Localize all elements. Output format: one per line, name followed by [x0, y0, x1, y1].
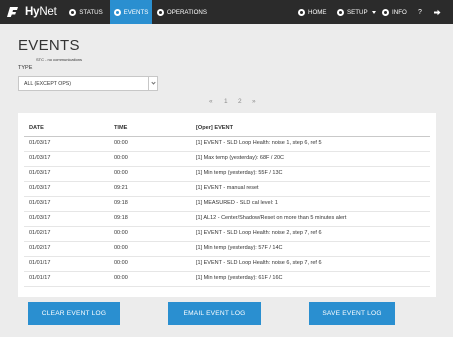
setup-gear-icon: [337, 8, 344, 16]
header-date: DATE: [29, 125, 44, 131]
table-row: 01/03/17 00:00 [1] Max temp (yesterday):…: [24, 152, 430, 167]
pagination-next[interactable]: »: [252, 98, 256, 105]
events-icon: [113, 8, 121, 16]
cell-time: 00:00: [114, 155, 128, 161]
status-icon: [69, 8, 77, 16]
table-row: 01/02/17 00:00 [1] EVENT - SLD Loop Heal…: [24, 227, 430, 242]
cell-time: 00:00: [114, 245, 128, 251]
cell-date: 01/01/17: [29, 275, 51, 281]
cell-time: 00:00: [114, 230, 128, 236]
nav-home-label: HOME: [308, 8, 327, 16]
status-note: STC - no communications: [36, 57, 83, 62]
nav-setup-label: SETUP: [347, 8, 368, 16]
nav-events-label: EVENTS: [123, 8, 149, 16]
header-event: [Oper] EVENT: [196, 125, 233, 131]
brand-net: Net: [39, 6, 57, 18]
chevron-down-icon: [371, 10, 376, 14]
clear-event-log-button[interactable]: CLEAR EVENT LOG: [28, 302, 120, 325]
cell-time: 09:18: [114, 215, 128, 221]
cell-event: [1] EVENT - SLD Loop Health: noise 6, st…: [196, 260, 322, 266]
page-title: EVENTS: [18, 37, 80, 54]
table-row: 01/03/17 00:00 [1] EVENT - SLD Loop Heal…: [24, 137, 430, 152]
nav-setup[interactable]: SETUP: [337, 0, 376, 24]
cell-event: [1] Min temp (yesterday): 55F / 13C: [196, 170, 283, 176]
cell-date: 01/02/17: [29, 245, 51, 251]
cell-event: [1] EVENT - SLD Loop Health: noise 1, st…: [196, 140, 322, 146]
pagination-page-2[interactable]: 2: [238, 98, 242, 105]
table-row: 01/02/17 00:00 [1] Min temp (yesterday):…: [24, 242, 430, 257]
cell-date: 01/03/17: [29, 185, 51, 191]
brand-name[interactable]: Hy Net: [25, 0, 57, 24]
table-row: 01/03/17 09:18 [1] MEASURED - SLD cal le…: [24, 197, 430, 212]
type-select[interactable]: ALL (EXCEPT OPS): [18, 76, 158, 91]
cell-event: [1] Min temp (yesterday): 57F / 14C: [196, 245, 283, 251]
cell-event: [1] MEASURED - SLD cal level: 1: [196, 200, 278, 206]
cell-date: 01/03/17: [29, 155, 51, 161]
cell-date: 01/03/17: [29, 200, 51, 206]
cell-time: 00:00: [114, 275, 128, 281]
cell-date: 01/03/17: [29, 170, 51, 176]
cell-event: [1] EVENT - manual reset: [196, 185, 259, 191]
nav-info[interactable]: INFO: [382, 0, 407, 24]
cell-time: 09:18: [114, 200, 128, 206]
cell-time: 09:21: [114, 185, 128, 191]
cell-date: 01/03/17: [29, 140, 51, 146]
save-event-log-button[interactable]: SAVE EVENT LOG: [309, 302, 395, 325]
brand-hy: Hy: [25, 6, 40, 18]
table-row: 01/01/17 00:00 [1] EVENT - SLD Loop Heal…: [24, 257, 430, 272]
table-row: 01/03/17 09:18 [1] AL12 - Center/Shadow/…: [24, 212, 430, 227]
cell-date: 01/01/17: [29, 260, 51, 266]
events-table: DATE TIME [Oper] EVENT 01/03/17 00:00 [1…: [18, 113, 436, 297]
nav-info-label: INFO: [392, 8, 407, 16]
type-select-value: ALL (EXCEPT OPS): [24, 80, 71, 87]
nav-operations[interactable]: OPERATIONS: [157, 0, 207, 24]
cell-event: [1] Max temp (yesterday): 68F / 20C: [196, 155, 285, 161]
cell-event: [1] AL12 - Center/Shadow/Reset on more t…: [196, 215, 347, 221]
hynet-logo-icon[interactable]: [5, 0, 20, 24]
logout-icon: [434, 9, 441, 15]
table-row: 01/03/17 00:00 [1] Min temp (yesterday):…: [24, 167, 430, 182]
top-nav: Hy Net STATUS EVENTS OPERATIONS HOME SETU…: [0, 0, 453, 24]
pagination-page-1[interactable]: 1: [224, 98, 228, 105]
help-icon: ?: [418, 8, 422, 16]
header-time: TIME: [114, 125, 128, 131]
nav-events[interactable]: EVENTS: [110, 0, 152, 24]
cell-date: 01/03/17: [29, 215, 51, 221]
table-row: 01/01/17 00:00 [1] Min temp (yesterday):…: [24, 272, 430, 287]
chevron-down-icon[interactable]: [148, 77, 157, 90]
info-icon: [382, 8, 389, 16]
nav-logout[interactable]: [434, 0, 441, 24]
type-label: TYPE: [18, 65, 33, 71]
cell-event: [1] Min temp (yesterday): 61F / 16C: [196, 275, 283, 281]
nav-operations-label: OPERATIONS: [166, 8, 207, 16]
nav-help[interactable]: ?: [418, 0, 422, 24]
email-event-log-button[interactable]: EMAIL EVENT LOG: [168, 302, 261, 325]
cell-time: 00:00: [114, 170, 128, 176]
cell-time: 00:00: [114, 260, 128, 266]
nav-status[interactable]: STATUS: [66, 0, 106, 24]
home-icon: [298, 8, 305, 16]
cell-time: 00:00: [114, 140, 128, 146]
pagination-prev[interactable]: «: [209, 98, 213, 105]
table-row: 01/03/17 09:21 [1] EVENT - manual reset: [24, 182, 430, 197]
operations-icon: [157, 8, 164, 16]
nav-status-label: STATUS: [79, 8, 103, 16]
nav-home[interactable]: HOME: [298, 0, 327, 24]
cell-date: 01/02/17: [29, 230, 51, 236]
cell-event: [1] EVENT - SLD Loop Health: noise 2, st…: [196, 230, 322, 236]
